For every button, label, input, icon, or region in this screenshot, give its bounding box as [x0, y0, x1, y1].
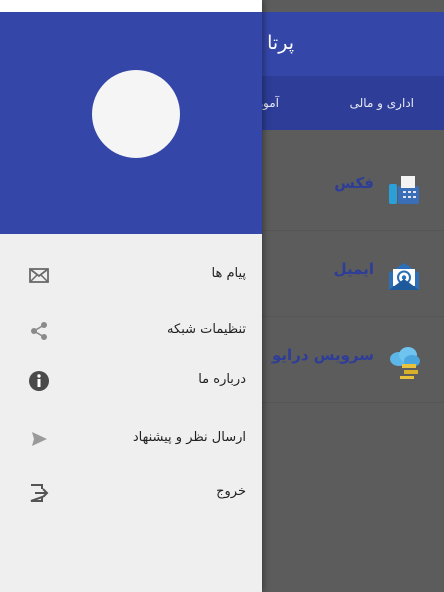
- service-label-drive: سرویس درایو: [272, 346, 374, 364]
- service-label-fax: فکس: [334, 174, 374, 192]
- menu-label-network-settings: تنظیمات شبکه: [167, 322, 246, 337]
- fax-machine-icon: [389, 176, 419, 204]
- send-icon: [32, 432, 47, 446]
- tab-administrative-financial[interactable]: اداری و مالی: [350, 96, 414, 110]
- menu-label-exit: خروج: [216, 484, 246, 499]
- service-item-email[interactable]: ایمیل: [262, 230, 444, 317]
- avatar[interactable]: [92, 70, 180, 158]
- envelope-icon: [29, 268, 49, 283]
- menu-label-messages: پیام ها: [211, 266, 247, 281]
- service-label-email: ایمیل: [333, 260, 374, 278]
- status-bar: [0, 0, 262, 12]
- service-item-drive[interactable]: سرویس درایو: [262, 316, 444, 403]
- info-icon: [29, 371, 49, 391]
- app-title: پرتا: [267, 32, 294, 54]
- cloud-drive-icon: [390, 347, 420, 379]
- menu-item-about[interactable]: درباره ما: [0, 352, 262, 408]
- menu-item-exit[interactable]: خروج: [0, 464, 262, 520]
- service-item-fax[interactable]: فکس: [262, 144, 444, 231]
- menu-item-send-feedback[interactable]: ارسال نظر و پیشنهاد: [0, 410, 262, 466]
- menu-label-send-feedback: ارسال نظر و پیشنهاد: [132, 430, 246, 445]
- email-at-icon: [389, 263, 419, 290]
- menu-item-messages[interactable]: پیام ها: [0, 246, 262, 302]
- share-icon: [31, 322, 47, 340]
- navigation-drawer: پیام ها تنظیمات شبکه درباره ما ارسال نظر…: [0, 0, 262, 592]
- menu-item-network-settings[interactable]: تنظیمات شبکه: [0, 302, 262, 358]
- exit-icon: [30, 484, 49, 502]
- menu-label-about: درباره ما: [198, 372, 246, 387]
- drawer-header: [0, 0, 262, 234]
